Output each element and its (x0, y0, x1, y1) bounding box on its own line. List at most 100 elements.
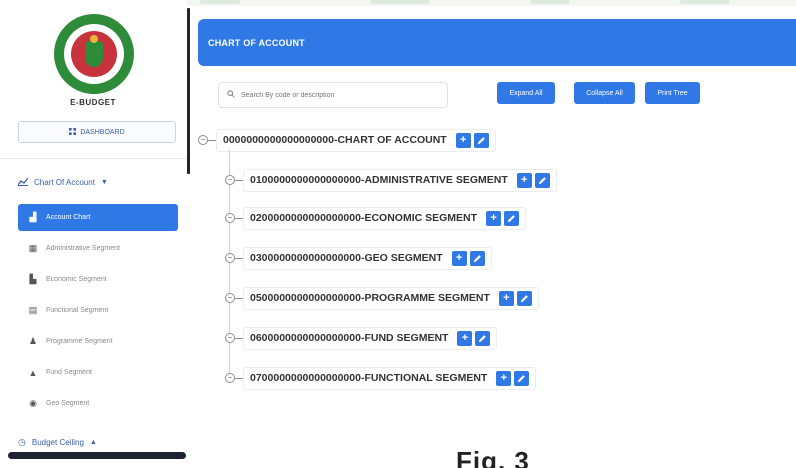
pencil-icon (507, 214, 516, 223)
print-tree-button[interactable]: Print Tree (645, 82, 700, 104)
edit-node-button[interactable] (469, 250, 485, 266)
tree-node-label: 0300000000000000000-GEO SEGMENT (250, 252, 443, 264)
add-node-button[interactable]: + (496, 370, 512, 386)
plus-icon: + (490, 212, 497, 224)
collapse-toggle-icon[interactable]: − (225, 213, 235, 223)
tree-row: − 0200000000000000000-ECONOMIC SEGMENT + (225, 206, 527, 230)
edit-node-button[interactable] (516, 290, 532, 306)
edit-node-button[interactable] (475, 330, 491, 346)
menu-budget-ceiling[interactable]: ◷ Budget Ceiling ▲ (18, 437, 97, 448)
tree-node-geo-segment[interactable]: 0300000000000000000-GEO SEGMENT + (243, 246, 492, 270)
page-title: CHART OF ACCOUNT (208, 37, 305, 48)
pencil-icon (478, 334, 487, 343)
submenu-list: ▟ Account Chart ▦ Administrative Segment… (18, 204, 178, 421)
add-node-button[interactable]: + (498, 290, 514, 306)
add-node-button[interactable]: + (455, 132, 471, 148)
sidebar-item-functional-segment[interactable]: ▤ Functional Segment (18, 297, 178, 324)
menu-head-label: Chart Of Account (34, 177, 95, 187)
edit-node-button[interactable] (534, 172, 550, 188)
dashboard-label: DASHBOARD (80, 128, 125, 136)
tree-row: − 0600000000000000000-FUND SEGMENT + (225, 326, 498, 350)
sidebar-item-administrative-segment[interactable]: ▦ Administrative Segment (18, 235, 178, 262)
tree-node-programme-segment[interactable]: 0500000000000000000-PROGRAMME SEGMENT + (243, 286, 539, 310)
tree-node-administrative-segment[interactable]: 0100000000000000000-ADMINISTRATIVE SEGME… (243, 168, 557, 192)
tree-row: − 0100000000000000000-ADMINISTRATIVE SEG… (225, 168, 557, 192)
caret-up-icon: ▲ (89, 439, 97, 446)
search-icon (227, 90, 235, 100)
search-box[interactable] (218, 82, 448, 108)
sidebar-item-label: Functional Segment (46, 307, 109, 314)
budget-head-label: Budget Ceiling (31, 438, 84, 447)
person-icon: ♟ (28, 336, 38, 346)
collapse-toggle-icon[interactable]: − (225, 373, 235, 383)
add-node-button[interactable]: + (457, 330, 473, 346)
bank-icon: ▙ (29, 274, 37, 284)
sidebar-item-label: Administrative Segment (46, 245, 120, 252)
caret-down-icon: ▼ (100, 178, 108, 186)
sidebar-item-label: Economic Segment (46, 276, 107, 283)
sidebar-item-fund-segment[interactable]: ▲ Fund Segment (18, 359, 178, 386)
tree-node-label: 0200000000000000000-ECONOMIC SEGMENT (250, 212, 478, 224)
search-input[interactable] (241, 91, 431, 99)
sidebar-item-account-chart[interactable]: ▟ Account Chart (18, 204, 178, 231)
pencil-icon (517, 374, 526, 383)
sidebar-item-label: Programme Segment (46, 338, 113, 345)
add-node-button[interactable]: + (516, 172, 532, 188)
tree-row: − 0300000000000000000-GEO SEGMENT + (225, 246, 492, 270)
collapse-toggle-icon[interactable]: − (225, 253, 235, 263)
app-name: E-BUDGET (70, 98, 116, 107)
page-header: CHART OF ACCOUNT (198, 19, 796, 66)
tree-node-functional-segment[interactable]: 0700000000000000000-FUNCTIONAL SEGMENT + (243, 366, 537, 390)
tree-row: − 0700000000000000000-FUNCTIONAL SEGMENT… (225, 366, 537, 390)
tree-row: − 0500000000000000000-PROGRAMME SEGMENT … (225, 286, 539, 310)
collapse-toggle-icon[interactable]: − (225, 293, 235, 303)
pencil-icon (473, 254, 482, 263)
chart-icon: ▟ (29, 212, 37, 222)
collapse-toggle-icon[interactable]: − (225, 333, 235, 343)
tree-node-label: 0500000000000000000-PROGRAMME SEGMENT (250, 292, 490, 304)
collapse-all-button[interactable]: Collapse All (574, 82, 635, 104)
pencil-icon (520, 294, 529, 303)
edit-node-button[interactable] (473, 132, 489, 148)
state-logo (54, 14, 134, 94)
add-node-button[interactable]: + (486, 210, 502, 226)
menu-chart-of-account[interactable]: Chart Of Account ▼ (17, 174, 108, 190)
sidebar-item-programme-segment[interactable]: ♟ Programme Segment (18, 328, 178, 355)
collapse-toggle-icon[interactable]: − (198, 135, 208, 145)
dashboard-button[interactable]: DASHBOARD (18, 121, 176, 143)
pencil-icon (538, 176, 547, 185)
tree-node-root[interactable]: 0000000000000000000-CHART OF ACCOUNT + (216, 128, 496, 152)
edit-node-button[interactable] (514, 370, 530, 386)
sidebar-item-label: Fund Segment (46, 369, 92, 376)
sidebar: E-BUDGET DASHBOARD Chart Of Account ▼ ▟ … (0, 0, 186, 468)
add-node-button[interactable]: + (451, 250, 467, 266)
list-icon: ▤ (28, 305, 38, 315)
collapse-toggle-icon[interactable]: − (225, 175, 235, 185)
tree-root-row: − 0000000000000000000-CHART OF ACCOUNT + (198, 128, 496, 152)
plus-icon: + (455, 252, 463, 264)
budget-icon: ◷ (18, 437, 26, 447)
building-icon: ▦ (28, 243, 38, 253)
line-chart-icon (17, 177, 29, 188)
tree-node-label: 0100000000000000000-ADMINISTRATIVE SEGME… (250, 174, 508, 186)
tree-node-label: 0000000000000000000-CHART OF ACCOUNT (223, 134, 447, 146)
sidebar-item-label: Account Chart (46, 214, 91, 221)
plus-icon: + (521, 174, 528, 186)
sidebar-item-label: Geo Segment (46, 400, 90, 407)
sidebar-item-economic-segment[interactable]: ▙ Economic Segment (18, 266, 178, 293)
plus-icon: + (500, 372, 508, 384)
grid-icon (69, 127, 77, 137)
tree-node-label: 0600000000000000000-FUND SEGMENT (250, 332, 449, 344)
pencil-icon (477, 136, 486, 145)
bell-icon: ▲ (28, 367, 38, 378)
sidebar-item-geo-segment[interactable]: ◉ Geo Segment (18, 390, 178, 417)
expand-all-button[interactable]: Expand All (497, 82, 555, 104)
tree-node-fund-segment[interactable]: 0600000000000000000-FUND SEGMENT + (243, 326, 498, 350)
sidebar-divider (0, 158, 186, 159)
sidebar-scrollbar[interactable] (8, 452, 186, 459)
figure-caption: Fig. 3 (456, 446, 530, 468)
sidebar-rule (187, 8, 190, 174)
tree-node-economic-segment[interactable]: 0200000000000000000-ECONOMIC SEGMENT + (243, 206, 527, 230)
tree-node-label: 0700000000000000000-FUNCTIONAL SEGMENT (250, 372, 488, 384)
edit-node-button[interactable] (504, 210, 520, 226)
